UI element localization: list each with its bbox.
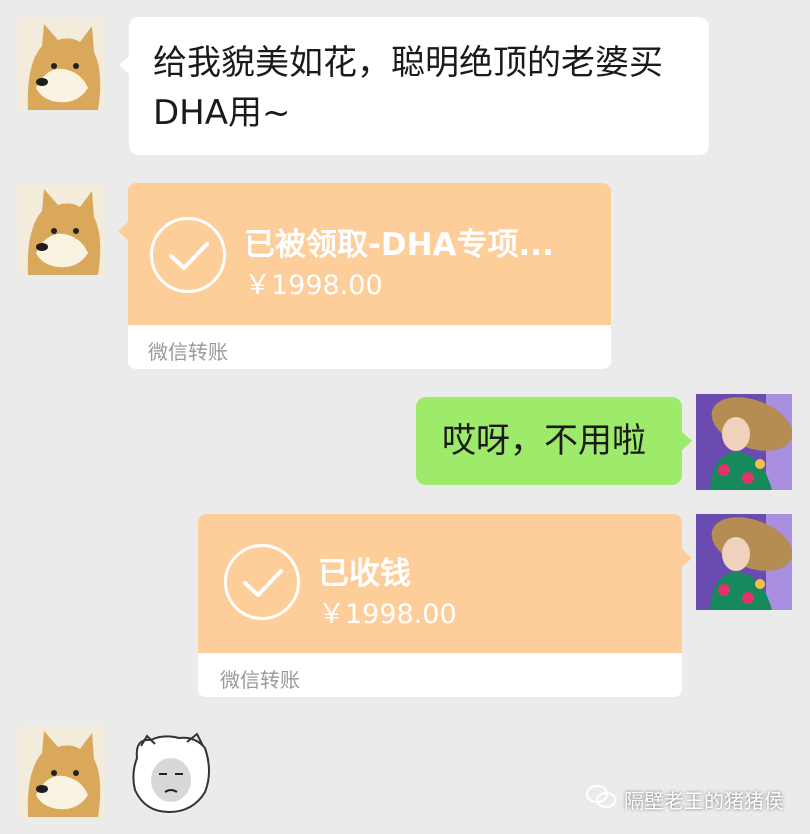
check-circle-icon <box>224 544 300 620</box>
transfer-title: 已收钱 <box>318 556 411 592</box>
message-text: 给我貌美如花，聪明绝顶的老婆买 <box>153 43 663 83</box>
watermark: 隔壁老王的猪猪侯 <box>586 785 784 814</box>
doge-avatar-icon[interactable] <box>18 18 106 110</box>
lady-avatar-icon[interactable] <box>696 394 792 490</box>
message-bubble-1[interactable]: 给我貌美如花，聪明绝顶的老婆买 DHA用~ <box>119 17 709 155</box>
panda-face-sticker-icon[interactable] <box>127 728 215 816</box>
message-text: DHA用~ <box>153 93 291 133</box>
transfer-footer: 微信转账 <box>220 668 300 692</box>
doge-avatar-icon[interactable] <box>18 183 106 275</box>
transfer-footer: 微信转账 <box>148 340 228 364</box>
wechat-icon <box>586 785 616 814</box>
check-circle-icon <box>150 217 226 293</box>
message-text: 哎呀，不用啦 <box>442 421 646 461</box>
transfer-title: 已被领取-DHA专项... <box>244 227 554 263</box>
message-bubble-3[interactable]: 哎呀，不用啦 <box>416 397 692 485</box>
watermark-text: 隔壁老王的猪猪侯 <box>624 789 784 813</box>
transfer-card-1[interactable]: 已被领取-DHA专项... ￥1998.00 微信转账 <box>118 183 611 369</box>
transfer-amount: ￥1998.00 <box>318 599 457 630</box>
doge-avatar-icon[interactable] <box>18 725 106 817</box>
transfer-amount: ￥1998.00 <box>244 270 383 301</box>
lady-avatar-icon[interactable] <box>696 514 792 610</box>
transfer-card-2[interactable]: 已收钱 ￥1998.00 微信转账 <box>198 514 692 697</box>
